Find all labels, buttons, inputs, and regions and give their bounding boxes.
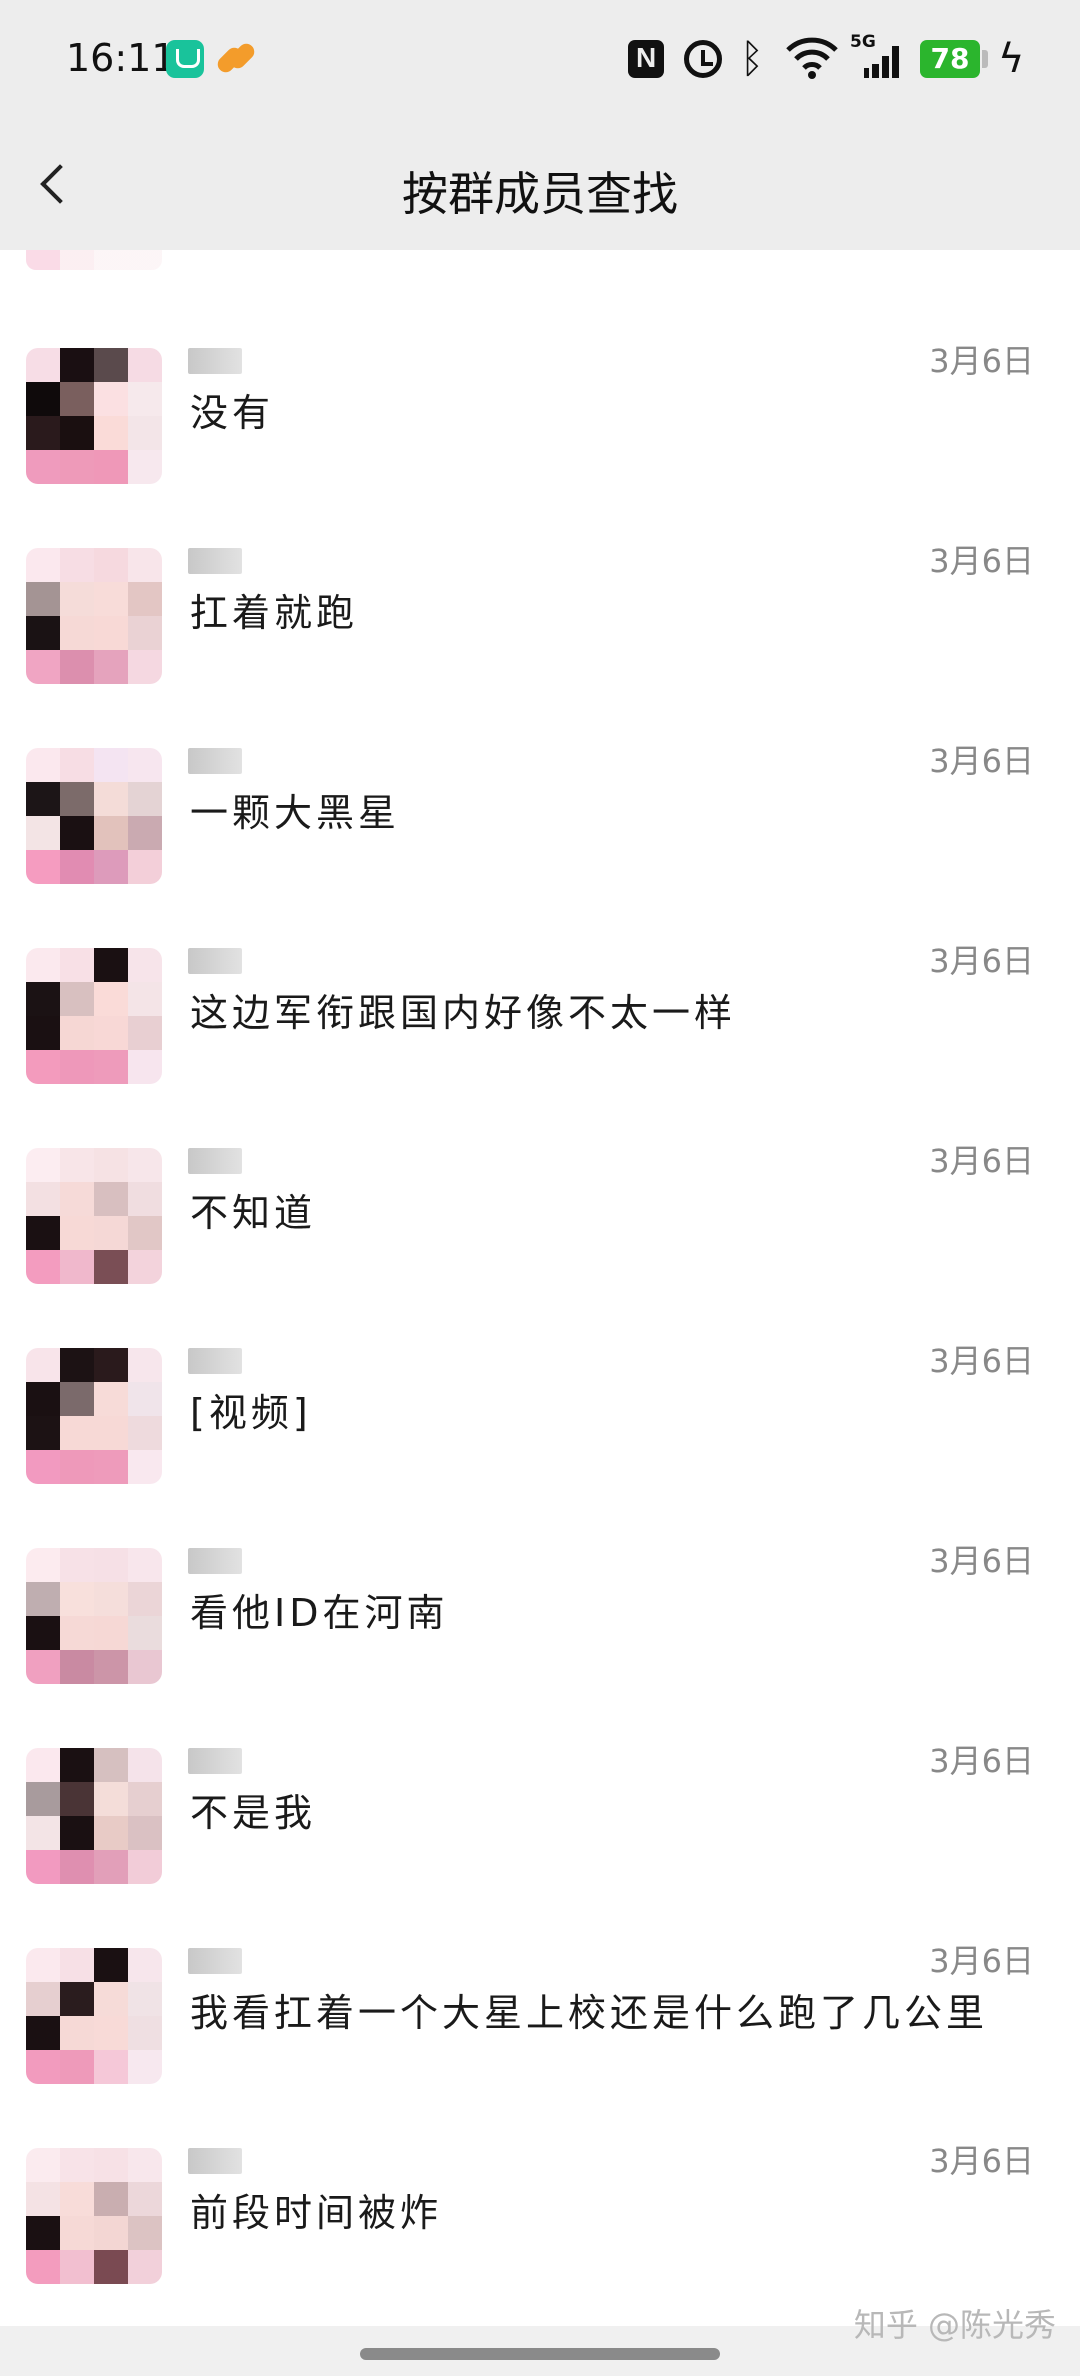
app-badge-icon (214, 40, 258, 78)
wifi-icon (786, 37, 838, 79)
battery-icon: 78 (920, 40, 980, 78)
page-title: 按群成员查找 (402, 167, 678, 221)
avatar[interactable] (26, 1948, 162, 2084)
list-item[interactable]: 扛着就跑 3月6日 (0, 542, 1080, 748)
avatar[interactable] (26, 1348, 162, 1484)
avatar[interactable] (26, 948, 162, 1084)
avatar[interactable] (26, 348, 162, 484)
message-text: 前段时间被炸 (190, 2191, 443, 2235)
message-text: 一颗大黑星 (190, 791, 401, 835)
message-date: 3月6日 (929, 742, 1034, 780)
sender-name-blurred (188, 948, 242, 974)
sender-name-blurred (188, 1348, 242, 1374)
message-text: 不是我 (190, 1791, 317, 1835)
message-text: 这边军衔跟国内好像不太一样 (190, 991, 737, 1035)
avatar[interactable] (26, 1148, 162, 1284)
message-date: 3月6日 (929, 1742, 1034, 1780)
status-time: 16:11 (66, 36, 176, 80)
battery-tip (982, 50, 988, 68)
sender-name-blurred (188, 1148, 242, 1174)
message-date: 3月6日 (929, 1142, 1034, 1180)
sender-name-blurred (188, 1748, 242, 1774)
message-text: 没有 (190, 391, 275, 435)
sender-name-blurred (188, 548, 242, 574)
message-date: 3月6日 (929, 942, 1034, 980)
search-results-list[interactable]: 没有 3月6日 扛着就跑 3月6日 一颗大黑星 3月6日 这边军衔跟国内好像不太一样 3月6日… (0, 250, 1080, 2326)
sender-name-blurred (188, 1948, 242, 1974)
bluetooth-icon: ᛒ (740, 36, 764, 82)
message-date: 3月6日 (929, 342, 1034, 380)
list-item[interactable]: 我看扛着一个大星上校还是什么跑了几公里 3月6日 (0, 1942, 1080, 2148)
message-date: 3月6日 (929, 542, 1034, 580)
message-text: 我看扛着一个大星上校还是什么跑了几公里 (190, 1991, 989, 2035)
sender-name-blurred (188, 748, 242, 774)
avatar[interactable] (26, 748, 162, 884)
avatar[interactable] (26, 2148, 162, 2284)
avatar (26, 250, 162, 270)
list-item[interactable]: 一颗大黑星 3月6日 (0, 742, 1080, 948)
watermark: 知乎 @陈光秀 (853, 2306, 1056, 2344)
message-text: 扛着就跑 (190, 591, 359, 635)
message-text: [视频] (190, 1391, 312, 1435)
list-item[interactable]: 不知道 3月6日 (0, 1142, 1080, 1348)
list-item[interactable]: 看他ID在河南 3月6日 (0, 1542, 1080, 1748)
list-item-partial (0, 250, 1080, 270)
nfc-icon (628, 40, 664, 78)
message-text: 看他ID在河南 (190, 1591, 449, 1635)
avatar[interactable] (26, 1748, 162, 1884)
avatar[interactable] (26, 1548, 162, 1684)
mi-home-icon (166, 40, 204, 78)
list-item[interactable]: 这边军衔跟国内好像不太一样 3月6日 (0, 942, 1080, 1148)
charging-icon: ϟ (998, 36, 1025, 82)
status-bar: 16:11 ᛒ 5G 78 ϟ (0, 0, 1080, 120)
message-date: 3月6日 (929, 1342, 1034, 1380)
message-date: 3月6日 (929, 1942, 1034, 1980)
message-date: 3月6日 (929, 1542, 1034, 1580)
sender-name-blurred (188, 1548, 242, 1574)
navigation-bar: 按群成员查找 (0, 120, 1080, 250)
sender-name-blurred (188, 2148, 242, 2174)
message-text: 不知道 (190, 1191, 317, 1235)
signal-icon (864, 46, 899, 78)
list-item[interactable]: 不是我 3月6日 (0, 1742, 1080, 1948)
message-date: 3月6日 (929, 2142, 1034, 2180)
avatar[interactable] (26, 548, 162, 684)
alarm-icon (684, 40, 722, 78)
home-indicator[interactable] (360, 2348, 720, 2360)
sender-name-blurred (188, 348, 242, 374)
list-item[interactable]: [视频] 3月6日 (0, 1342, 1080, 1548)
list-item[interactable]: 没有 3月6日 (0, 342, 1080, 548)
